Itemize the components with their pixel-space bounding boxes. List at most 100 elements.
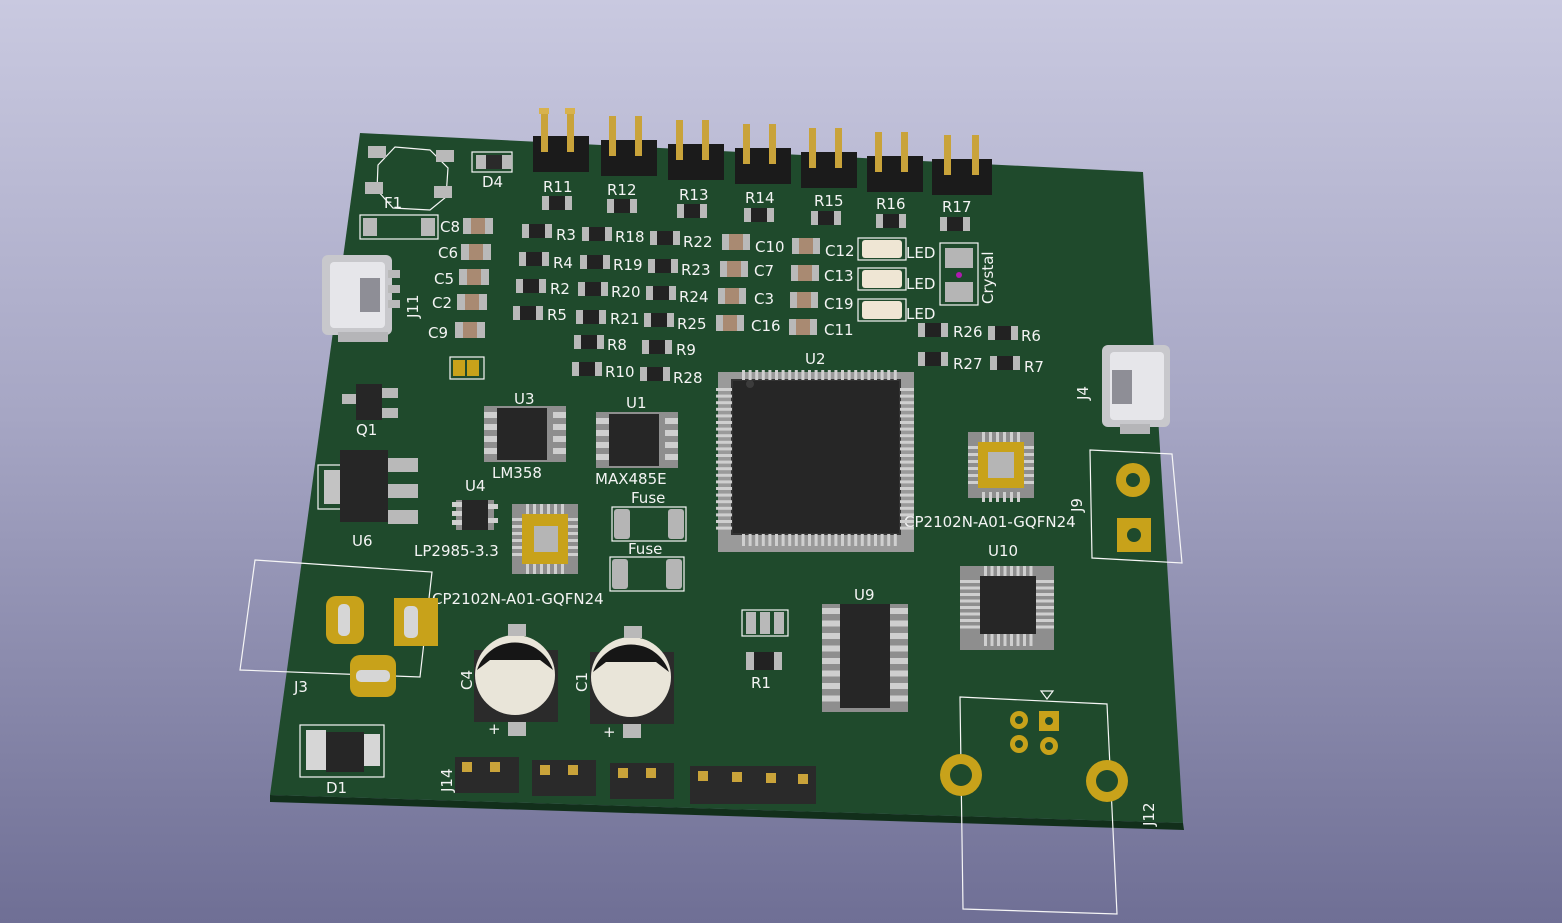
label-c11: C11 (824, 321, 854, 339)
ic-lead (890, 633, 908, 639)
ic-lead (561, 564, 564, 574)
ic-lead (900, 467, 914, 471)
usb-connector-j11 (322, 255, 400, 342)
ic-lead (716, 480, 732, 484)
ic-lead (775, 534, 778, 546)
ic-lead (968, 467, 978, 470)
label-u1: U1 (626, 394, 647, 412)
ic-lead (553, 424, 566, 430)
ic-lead (890, 670, 908, 677)
label-d1: D1 (326, 779, 347, 797)
ic-lead (822, 620, 840, 627)
ic-lead (794, 370, 798, 380)
ic-lead (716, 454, 732, 457)
label-r25: R25 (677, 315, 707, 333)
ic-lead (867, 534, 871, 546)
label-r2: R2 (550, 280, 570, 298)
ic-lead (997, 566, 1000, 576)
ic-lead (900, 506, 914, 510)
ic-lead (484, 424, 497, 430)
ic-lead (1017, 492, 1020, 502)
leds (857, 237, 907, 322)
label-r18: R18 (615, 228, 645, 246)
label-crystal: Crystal (979, 251, 997, 304)
ic-lead (768, 534, 772, 546)
ic-lead (900, 473, 914, 477)
ic-lead (716, 473, 732, 477)
label-fuse1: Fuse (631, 489, 665, 507)
label-f1: F1 (384, 194, 402, 212)
ic-lead (900, 526, 914, 530)
ic-lead (960, 599, 980, 603)
ic-lead (821, 370, 825, 380)
label-c4-plus: + (488, 720, 501, 738)
ic-lead (960, 586, 980, 590)
ic-lead (755, 370, 759, 380)
ic-lead (533, 504, 536, 514)
label-c1-plus: + (603, 723, 616, 741)
ic-lead (822, 695, 840, 702)
label-led2: LED (906, 275, 935, 293)
label-r21: R21 (610, 310, 640, 328)
label-c16: C16 (751, 317, 781, 335)
label-r7: R7 (1024, 358, 1044, 376)
ic-lead (1024, 481, 1034, 484)
ic-lead (596, 442, 609, 448)
ic-lead (1036, 586, 1054, 590)
ic-lead (887, 370, 891, 380)
ic-lead (1023, 566, 1026, 576)
ic-lead (808, 370, 811, 380)
ic-lead (982, 492, 985, 502)
label-r19: R19 (613, 256, 643, 274)
label-j4: J4 (1074, 386, 1092, 401)
label-r11: R11 (543, 178, 573, 196)
label-r8: R8 (607, 336, 627, 354)
ic-lead (553, 448, 566, 454)
label-j11: J11 (404, 294, 422, 319)
ic-lead (960, 619, 980, 622)
ic-lead (874, 370, 877, 380)
ic-lead (822, 658, 840, 664)
ic-lead (716, 487, 732, 490)
ic-lead (900, 520, 914, 523)
ic-lead (788, 370, 792, 380)
ic-lead (1003, 634, 1007, 646)
ic-lead (568, 518, 578, 521)
ic-lead (526, 564, 529, 574)
ic-lead (716, 500, 732, 504)
ic-lead (847, 534, 851, 546)
ic-lead (989, 432, 992, 442)
label-r15: R15 (814, 192, 844, 210)
ic-lead (484, 412, 497, 418)
ic-lead (1024, 467, 1034, 470)
label-r27: R27 (953, 355, 983, 373)
ic-lead (900, 447, 914, 451)
ic-lead (761, 534, 765, 546)
ic-lead (716, 414, 732, 418)
ic-lead (880, 534, 884, 546)
label-u4: U4 (465, 477, 486, 495)
ic-lead (960, 593, 980, 596)
label-r12: R12 (607, 181, 637, 199)
ic-lead (996, 492, 999, 502)
ic-lead (990, 634, 994, 646)
ic-lead (890, 620, 908, 627)
ic-lead (968, 453, 978, 456)
ic-lead (716, 447, 732, 451)
ic-lead (484, 448, 497, 454)
label-r28: R28 (673, 369, 703, 387)
label-r9: R9 (676, 341, 696, 359)
ic-lead (547, 504, 550, 514)
ic-lead (716, 388, 732, 391)
ic-lead (900, 460, 914, 464)
ic-lead (1029, 634, 1033, 646)
ic-lead (900, 493, 914, 497)
label-c13: C13 (824, 267, 854, 285)
ic-lead (526, 504, 529, 514)
ic-lead (984, 634, 987, 646)
label-c2: C2 (432, 294, 452, 312)
ic-lead (512, 539, 522, 542)
ic-lead (716, 526, 732, 530)
label-r17: R17 (942, 198, 972, 216)
ic-lead (781, 534, 785, 546)
